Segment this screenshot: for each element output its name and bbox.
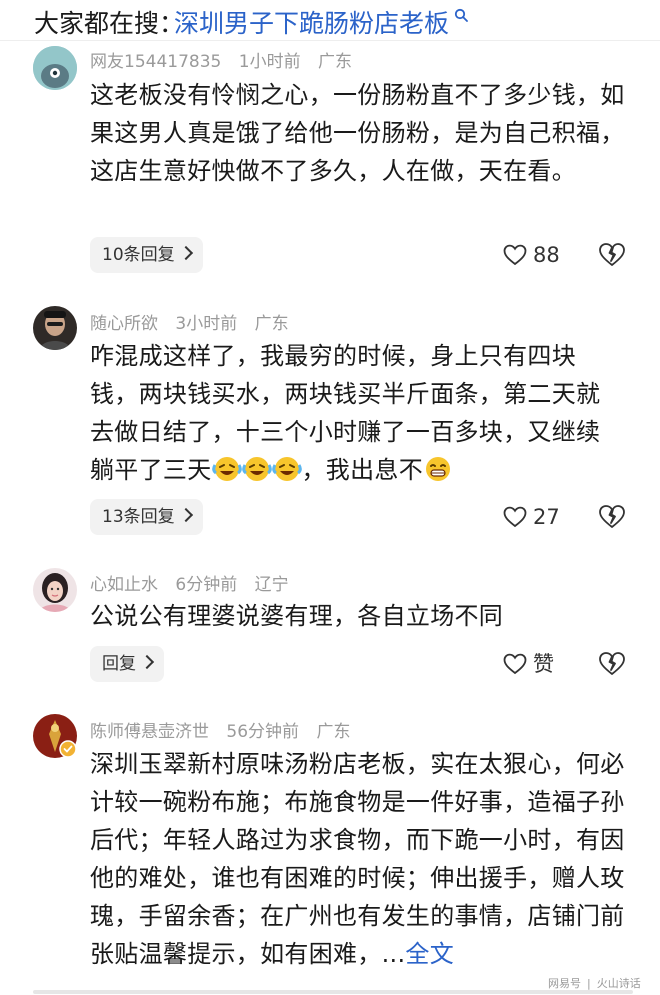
chevron-right-icon [178,245,193,261]
watermark-right: 火山诗话 [596,977,641,990]
laughing-crying-emoji-icon [241,457,272,481]
comment-location: 广东 [316,722,351,742]
reply-label: 回复 [102,654,136,674]
avatar[interactable] [33,306,77,350]
heart-icon [503,653,527,675]
scroll-indicator [33,990,633,994]
search-suggestion-bar[interactable]: 大家都在搜： 深圳男子下跪肠粉店老板 [0,0,660,41]
comment-text-content: 深圳玉翠新村原味汤粉店老板，实在太狠心，何必计较一碗粉布施；布施食物是一件好事，… [90,750,625,968]
verified-badge-icon [59,740,77,758]
comment-text: 咋混成这样了，我最穷的时候，身上只有四块 钱，两块钱买水，两块钱买半斤面条，第二… [90,337,635,489]
comment-text: 这老板没有怜悯之心，一份肠粉直不了多少钱，如果这男人真是饿了给他一份肠粉，是为自… [90,81,625,185]
like-label: 赞 [533,652,554,676]
comment-location: 辽宁 [254,575,289,595]
comment-text-line: 钱，两块钱买水，两块钱买半斤面条，第二天就 [90,380,601,408]
read-more-link[interactable]: 全文 [405,940,454,968]
comment-username[interactable]: 心如止水 [90,575,158,595]
comment-meta: 随心所欲 3小时前 广东 [90,309,301,334]
avatar-photo-icon [33,568,77,612]
laughing-crying-emoji-icon [271,457,302,481]
comment-location: 广东 [317,52,352,72]
search-prefix-label: 大家都在搜： [34,9,185,38]
comment-time: 56分钟前 [226,722,300,742]
comment-meta: 网友154417835 1小时前 广东 [90,47,364,72]
like-button[interactable]: 赞 [503,646,554,682]
avatar-photo-icon [33,306,77,350]
broken-heart-icon[interactable] [598,651,626,677]
comment-username[interactable]: 陈师傅悬壶济世 [90,722,209,742]
reply-button[interactable]: 回复 [90,646,164,682]
like-count: 88 [533,243,560,267]
view-replies-button[interactable]: 10条回复 [90,237,203,273]
like-count: 27 [533,505,560,529]
broken-heart-icon[interactable] [598,504,626,530]
comment-text: 深圳玉翠新村原味汤粉店老板，实在太狠心，何必计较一碗粉布施；布施食物是一件好事，… [90,745,635,973]
view-replies-label: 13条回复 [102,507,175,527]
chevron-right-icon [139,654,155,670]
grinning-emoji-icon [426,457,450,481]
search-query-link[interactable]: 深圳男子下跪肠粉店老板 [174,4,449,40]
avatar[interactable] [33,568,77,612]
search-icon[interactable] [454,8,468,22]
avatar[interactable] [33,46,77,90]
heart-icon [503,506,527,528]
comment-text-tail: ，我出息不 [301,456,423,484]
comment-text: 公说公有理婆说婆有理，各自立场不同 [90,602,504,630]
avatar-alien-icon [33,46,77,90]
watermark-left: 网易号 [548,977,581,990]
comment-time: 1小时前 [238,52,301,72]
laughing-crying-emoji-icon [211,457,242,481]
avatar[interactable] [33,714,77,758]
chevron-right-icon [178,507,193,523]
comment-text-line: 咋混成这样了，我最穷的时候，身上只有四块 [90,342,576,370]
comment-time: 3小时前 [175,314,238,334]
comment-username[interactable]: 随心所欲 [90,314,158,334]
watermark: 网易号 | 火山诗话 [548,975,647,991]
watermark-divider: | [587,977,591,990]
broken-heart-icon[interactable] [598,242,626,268]
comment-text-line: 躺平了三天 ，我出息不 [90,451,635,489]
comment-location: 广东 [254,314,289,334]
view-replies-button[interactable]: 13条回复 [90,499,203,535]
comment-meta: 陈师傅悬壶济世 56分钟前 广东 [90,717,362,742]
comment-time: 6分钟前 [175,575,238,595]
like-button[interactable]: 88 [503,237,560,273]
view-replies-label: 10条回复 [102,245,175,265]
comment-meta: 心如止水 6分钟前 辽宁 [90,570,301,595]
like-button[interactable]: 27 [503,499,560,535]
heart-icon [503,244,527,266]
comment-text-line: 去做日结了，十三个小时赚了一百多块，又继续 [90,418,601,446]
comment-username[interactable]: 网友154417835 [90,52,221,72]
